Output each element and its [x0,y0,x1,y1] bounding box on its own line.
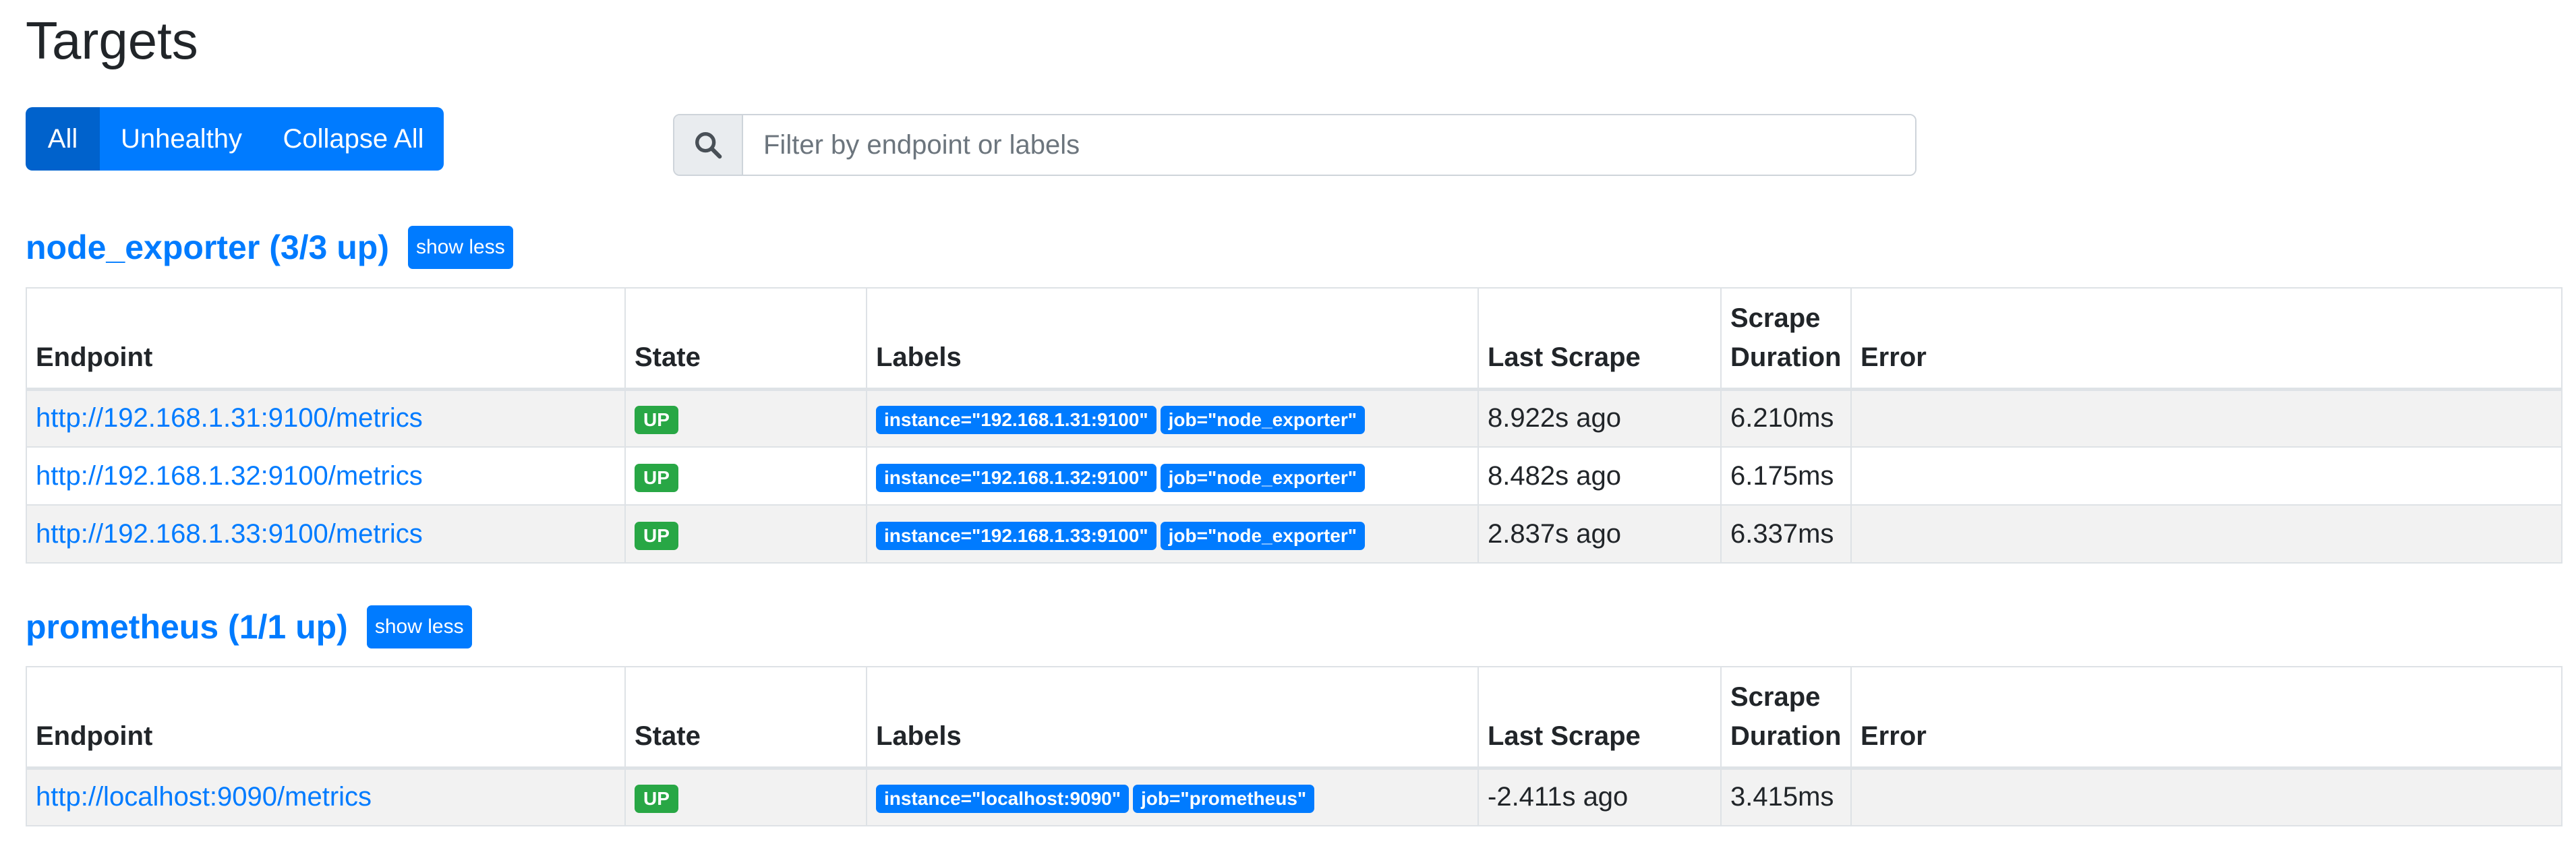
label-badge-instance: instance="192.168.1.32:9100" [876,463,1157,492]
all-filter-button[interactable]: All [26,107,100,171]
endpoint-link[interactable]: http://192.168.1.32:9100/metrics [36,461,423,491]
table-row: http://192.168.1.32:9100/metrics UP inst… [26,446,2563,506]
table-row: http://localhost:9090/metrics UP instanc… [26,767,2563,826]
endpoint-cell: http://192.168.1.31:9100/metrics [26,388,626,448]
state-badge: UP [635,406,678,435]
column-header-error: Error [1850,666,2563,770]
search-addon [674,115,743,175]
column-header-state: State [624,287,867,391]
collapse-all-button[interactable]: Collapse All [263,107,444,171]
job-title-link[interactable]: prometheus (1/1 up) [26,607,348,646]
state-badge: UP [635,463,678,492]
last-scrape-cell: 8.482s ago [1477,446,1722,506]
endpoint-cell: http://192.168.1.33:9100/metrics [26,504,626,564]
scrape-duration-cell: 6.175ms [1720,446,1852,506]
table-header-row: Endpoint State Labels Last Scrape Scrape… [26,666,2563,770]
error-cell [1850,446,2563,506]
label-badge-instance: instance="localhost:9090" [876,785,1130,814]
page-title: Targets [26,11,198,70]
column-header-last-scrape: Last Scrape [1477,666,1722,770]
search-icon [695,132,722,159]
state-badge: UP [635,785,678,814]
show-less-button[interactable]: show less [408,226,513,269]
job-title-link[interactable]: node_exporter (3/3 up) [26,228,389,267]
search-box [673,114,1916,176]
filter-button-group: All Unhealthy Collapse All [26,107,444,171]
endpoint-link[interactable]: http://192.168.1.33:9100/metrics [36,519,423,549]
state-cell: UP [624,446,867,506]
error-cell [1850,388,2563,448]
state-cell: UP [624,767,867,826]
scrape-duration-header-line1: Scrape [1730,303,1821,333]
scrape-duration-header-line1: Scrape [1730,682,1821,712]
endpoint-cell: http://localhost:9090/metrics [26,767,626,826]
endpoint-link[interactable]: http://192.168.1.31:9100/metrics [36,403,423,433]
column-header-endpoint: Endpoint [26,666,626,770]
unhealthy-filter-button[interactable]: Unhealthy [100,107,263,171]
table-header-row: Endpoint State Labels Last Scrape Scrape… [26,287,2563,391]
column-header-labels: Labels [866,666,1479,770]
labels-cell: instance="192.168.1.31:9100" job="node_ex… [866,388,1479,448]
error-cell [1850,504,2563,564]
scrape-duration-header-line2: Duration [1730,342,1842,372]
label-badge-job: job="prometheus" [1133,785,1315,814]
targets-table-prometheus: Endpoint State Labels Last Scrape Scrape… [26,666,2563,826]
label-badge-job: job="node_exporter" [1160,521,1365,550]
table-row: http://192.168.1.33:9100/metrics UP inst… [26,504,2563,564]
column-header-endpoint: Endpoint [26,287,626,391]
label-badge-job: job="node_exporter" [1160,463,1365,492]
column-header-error: Error [1850,287,2563,391]
column-header-labels: Labels [866,287,1479,391]
targets-page: Targets All Unhealthy Collapse All node_… [0,0,2576,846]
scrape-duration-header-line2: Duration [1730,721,1842,751]
labels-cell: instance="localhost:9090" job="prometheus… [866,767,1479,826]
last-scrape-cell: 2.837s ago [1477,504,1722,564]
state-cell: UP [624,388,867,448]
label-badge-job: job="node_exporter" [1160,406,1365,435]
targets-table-node-exporter: Endpoint State Labels Last Scrape Scrape… [26,287,2563,564]
scrape-duration-cell: 6.337ms [1720,504,1852,564]
error-cell [1850,767,2563,826]
scrape-duration-cell: 6.210ms [1720,388,1852,448]
labels-cell: instance="192.168.1.33:9100" job="node_ex… [866,504,1479,564]
job-header-node-exporter: node_exporter (3/3 up) show less [26,224,513,271]
last-scrape-cell: 8.922s ago [1477,388,1722,448]
label-badge-instance: instance="192.168.1.33:9100" [876,521,1157,550]
column-header-scrape-duration: Scrape Duration [1720,666,1852,770]
endpoint-link[interactable]: http://localhost:9090/metrics [36,782,372,812]
state-cell: UP [624,504,867,564]
state-badge: UP [635,521,678,550]
endpoint-cell: http://192.168.1.32:9100/metrics [26,446,626,506]
show-less-button[interactable]: show less [366,605,472,648]
scrape-duration-cell: 3.415ms [1720,767,1852,826]
job-header-prometheus: prometheus (1/1 up) show less [26,603,472,651]
search-input[interactable] [743,115,1915,175]
labels-cell: instance="192.168.1.32:9100" job="node_ex… [866,446,1479,506]
last-scrape-cell: -2.411s ago [1477,767,1722,826]
label-badge-instance: instance="192.168.1.31:9100" [876,406,1157,435]
column-header-last-scrape: Last Scrape [1477,287,1722,391]
table-row: http://192.168.1.31:9100/metrics UP inst… [26,388,2563,448]
column-header-scrape-duration: Scrape Duration [1720,287,1852,391]
column-header-state: State [624,666,867,770]
